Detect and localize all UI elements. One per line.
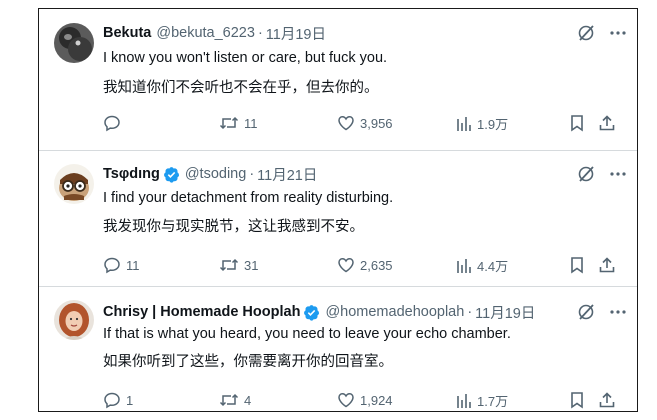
tweet-tsoding[interactable]: Tsφdıng @tsoding · 11月21日 I find your de… — [39, 150, 637, 287]
reply-icon — [104, 392, 120, 409]
views-count: 4.4万 — [477, 259, 509, 274]
tweet-text-en: If that is what you heard, you need to l… — [103, 326, 511, 342]
tweet-bekuta[interactable]: Bekuta @bekuta_6223 · 11月19日 I know you … — [39, 9, 637, 151]
retweet-icon — [219, 258, 239, 272]
retweet-count: 4 — [244, 392, 252, 408]
views-count: 1.7万 — [477, 394, 509, 409]
share-icon — [599, 115, 615, 131]
action-bar: 11 3,956 1.9万 — [103, 114, 627, 136]
retweet-button[interactable]: 4 — [219, 391, 251, 409]
header-icons — [577, 24, 627, 42]
reply-button[interactable]: 11 — [103, 256, 140, 274]
author-handle[interactable]: @tsoding — [185, 166, 246, 182]
share-button[interactable] — [598, 391, 616, 409]
tweet-date[interactable]: 11月19日 — [475, 302, 535, 323]
more-icon[interactable] — [609, 24, 627, 42]
retweet-icon — [219, 393, 239, 407]
reply-button[interactable] — [103, 114, 126, 132]
reply-button[interactable]: 1 — [103, 391, 133, 409]
tweet-header: Tsφdıng @tsoding · 11月21日 — [103, 163, 627, 185]
author-handle[interactable]: @bekuta_6223 — [156, 25, 255, 41]
tweet-text-zh: 我发现你与现实脱节，这让我感到不安。 — [103, 219, 364, 235]
separator-dot: · — [249, 166, 255, 182]
retweet-button[interactable]: 31 — [219, 256, 258, 274]
like-icon — [338, 393, 354, 408]
more-icon[interactable] — [609, 165, 627, 183]
author-name[interactable]: Bekuta — [103, 25, 151, 41]
tweet-date[interactable]: 11月19日 — [266, 23, 326, 44]
views-icon — [457, 393, 471, 408]
like-icon — [338, 258, 354, 273]
more-icon[interactable] — [609, 303, 627, 321]
reply-icon — [104, 115, 120, 132]
avatar-chrisy[interactable] — [54, 300, 94, 340]
bookmark-icon — [571, 115, 583, 132]
share-icon — [599, 257, 615, 273]
views-icon — [457, 116, 471, 131]
reply-count: 11 — [126, 257, 140, 273]
reply-count: 1 — [126, 392, 134, 408]
tweet-header: Chrisy | Homemade Hooplah @homemadehoopl… — [103, 301, 627, 323]
verified-icon — [163, 166, 180, 183]
tweet-chrisy[interactable]: Chrisy | Homemade Hooplah @homemadehoopl… — [39, 286, 637, 411]
grok-icon[interactable] — [577, 303, 595, 321]
tweet-header: Bekuta @bekuta_6223 · 11月19日 — [103, 22, 627, 44]
verified-icon — [303, 304, 320, 321]
avatar-bekuta[interactable] — [54, 23, 94, 63]
bookmark-button[interactable] — [569, 256, 585, 274]
action-bar: 1 4 1,924 1.7万 — [103, 391, 627, 411]
like-button[interactable]: 2,635 — [337, 256, 393, 274]
views-button[interactable]: 1.7万 — [456, 391, 508, 410]
retweet-count: 31 — [244, 257, 259, 273]
bookmark-icon — [571, 392, 583, 409]
separator-dot: · — [257, 25, 263, 41]
share-button[interactable] — [598, 114, 616, 132]
tweet-text-en: I find your detachment from reality dist… — [103, 190, 394, 206]
share-button[interactable] — [598, 256, 616, 274]
author-name[interactable]: Chrisy | Homemade Hooplah — [103, 304, 300, 320]
grok-icon[interactable] — [577, 165, 595, 183]
tweet-text-zh: 我知道你们不会听也不会在乎，但去你的。 — [103, 80, 379, 96]
views-count: 1.9万 — [477, 117, 509, 132]
separator-dot: · — [467, 304, 473, 320]
header-icons — [577, 165, 627, 183]
retweet-icon — [219, 116, 239, 130]
bookmark-icon — [571, 257, 583, 274]
bookmark-button[interactable] — [569, 391, 585, 409]
bookmark-button[interactable] — [569, 114, 585, 132]
author-handle[interactable]: @homemadehooplah — [325, 304, 464, 320]
retweet-count: 11 — [244, 115, 258, 131]
views-button[interactable]: 1.9万 — [456, 114, 508, 133]
like-icon — [338, 116, 354, 131]
action-bar: 11 31 2,635 4.4万 — [103, 256, 627, 278]
like-count: 1,924 — [360, 392, 393, 408]
author-name[interactable]: Tsφdıng — [103, 166, 160, 182]
avatar-tsoding[interactable] — [54, 164, 94, 204]
reply-icon — [104, 257, 120, 274]
retweet-button[interactable]: 11 — [219, 114, 258, 132]
views-icon — [457, 258, 471, 273]
share-icon — [599, 392, 615, 408]
like-count: 2,635 — [360, 257, 393, 273]
tweet-thread: Bekuta @bekuta_6223 · 11月19日 I know you … — [38, 8, 638, 412]
tweet-text-zh: 如果你听到了这些，你需要离开你的回音室。 — [103, 354, 393, 370]
like-button[interactable]: 3,956 — [337, 114, 393, 132]
like-count: 3,956 — [360, 115, 393, 131]
views-button[interactable]: 4.4万 — [456, 256, 508, 275]
tweet-date[interactable]: 11月21日 — [257, 164, 317, 185]
tweet-text-en: I know you won't listen or care, but fuc… — [103, 50, 388, 66]
grok-icon[interactable] — [577, 24, 595, 42]
header-icons — [577, 303, 627, 321]
like-button[interactable]: 1,924 — [337, 391, 393, 409]
